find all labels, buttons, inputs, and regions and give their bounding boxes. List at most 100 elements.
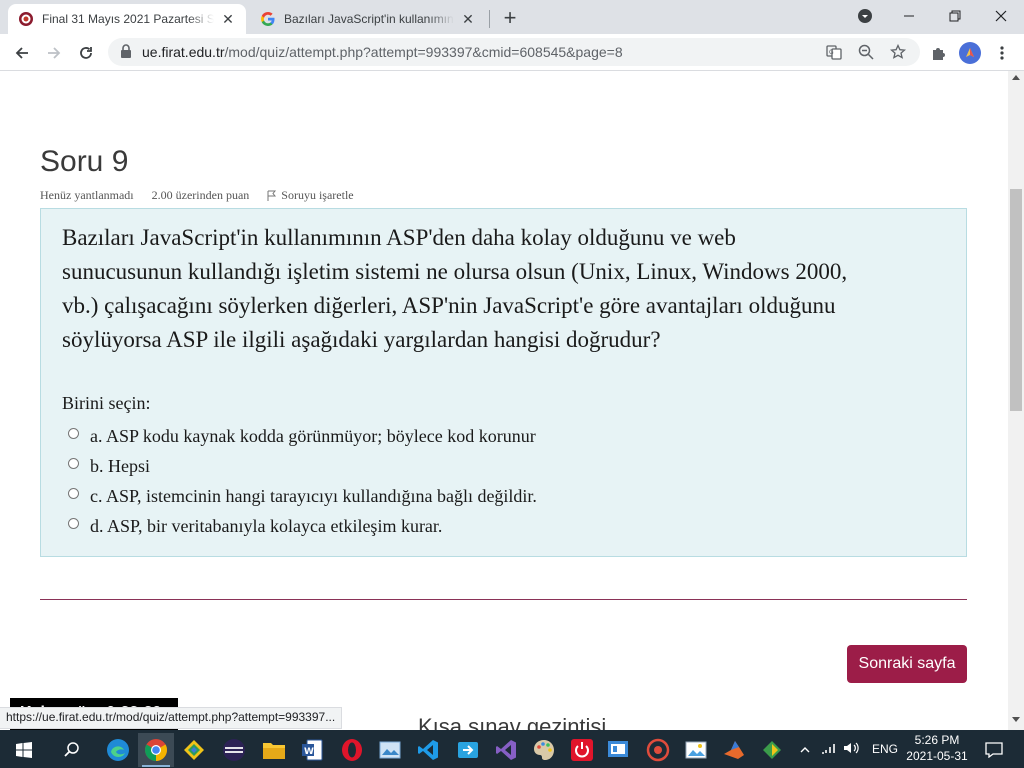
input-language[interactable]: ENG	[872, 742, 898, 756]
arrow-right-icon	[48, 47, 61, 59]
answer-option-a[interactable]: a. ASP kodu kaynak kodda görünmüyor; böy…	[68, 421, 537, 451]
flag-icon	[267, 190, 277, 201]
answer-option-b[interactable]: b. Hepsi	[68, 451, 537, 481]
answer-label[interactable]: a. ASP kodu kaynak kodda görünmüyor; böy…	[90, 426, 536, 447]
tab-separator	[489, 10, 490, 28]
windows-logo-icon	[16, 742, 32, 758]
visual-studio-icon[interactable]	[488, 733, 524, 767]
file-explorer-icon[interactable]	[256, 733, 292, 767]
answer-option-c[interactable]: c. ASP, istemcinin hangi tarayıcıyı kull…	[68, 481, 537, 511]
paint-palette-icon[interactable]	[526, 733, 562, 767]
word-icon[interactable]: W	[294, 733, 330, 767]
restore-icon	[949, 10, 961, 22]
reload-button[interactable]	[72, 39, 100, 67]
firat-favicon-icon	[19, 12, 33, 26]
eclipse-icon[interactable]	[216, 733, 252, 767]
url-path: /mod/quiz/attempt.php?attempt=993397&cmi…	[224, 44, 623, 60]
radio-button[interactable]	[68, 427, 79, 439]
tab-search-button[interactable]	[842, 0, 888, 32]
opera-icon[interactable]	[334, 733, 370, 767]
page-scrollbar[interactable]	[1008, 71, 1024, 730]
minimize-button[interactable]	[886, 0, 932, 32]
answer-label[interactable]: c. ASP, istemcinin hangi tarayıcıyı kull…	[90, 486, 537, 507]
close-tab-icon[interactable]: ✕	[220, 11, 236, 27]
question-status: Henüz yantlanmadı	[40, 188, 134, 202]
translate-button[interactable]: G	[824, 42, 844, 62]
chevron-up-icon[interactable]	[796, 742, 814, 756]
edge-icon[interactable]	[100, 733, 136, 767]
app-record-icon[interactable]	[640, 733, 676, 767]
tab-title: Final 31 Mayıs 2021 Pazartesi Saat 18:00	[42, 12, 214, 26]
start-button[interactable]	[6, 733, 42, 767]
app-green-blue-icon[interactable]	[176, 733, 212, 767]
svg-text:W: W	[304, 747, 314, 757]
more-vert-icon	[1000, 46, 1004, 60]
choose-label: Birini seçin:	[62, 393, 151, 413]
close-window-button[interactable]	[978, 0, 1024, 32]
address-bar[interactable]: ue.firat.edu.tr/mod/quiz/attempt.php?att…	[108, 38, 920, 66]
app-game-icon[interactable]	[754, 733, 790, 767]
network-icon[interactable]	[818, 742, 840, 757]
chrome-icon[interactable]	[138, 733, 174, 767]
new-tab-button[interactable]: +	[498, 5, 522, 30]
notification-icon	[985, 742, 1003, 758]
matlab-icon[interactable]	[716, 733, 752, 767]
bookmark-button[interactable]	[888, 42, 908, 62]
scrollbar-thumb[interactable]	[1010, 189, 1022, 411]
paint-icon[interactable]	[372, 733, 408, 767]
app-board-icon[interactable]	[600, 733, 636, 767]
star-icon	[890, 44, 906, 59]
power-app-icon[interactable]	[564, 733, 600, 767]
scroll-up-arrow-icon[interactable]	[1012, 75, 1020, 80]
question-points: 2.00 üzerinden puan	[151, 188, 250, 202]
menu-button[interactable]	[988, 39, 1016, 67]
tab-title: Bazıları JavaScript'in kullanımının ASP'…	[284, 12, 454, 26]
svg-text:G: G	[829, 49, 834, 56]
answer-label[interactable]: d. ASP, bir veritabanıyla kolayca etkile…	[90, 516, 442, 537]
search-icon	[64, 742, 79, 757]
quiz-navigation-heading: Kısa sınav gezintisi	[418, 714, 607, 730]
tab-search-icon	[858, 9, 872, 23]
radio-button[interactable]	[68, 457, 79, 469]
vscode-icon[interactable]	[410, 733, 446, 767]
back-button[interactable]	[8, 39, 36, 67]
question-title: Soru 9	[40, 145, 129, 178]
scroll-down-arrow-icon[interactable]	[1012, 717, 1020, 722]
answer-list: a. ASP kodu kaynak kodda görünmüyor; böy…	[68, 421, 537, 541]
translate-icon: G	[826, 45, 842, 60]
system-tray: ENG	[796, 730, 898, 768]
app-share-icon[interactable]	[450, 733, 486, 767]
answer-label[interactable]: b. Hepsi	[90, 456, 150, 477]
profile-button[interactable]	[956, 39, 984, 67]
puzzle-icon	[933, 48, 945, 60]
question-box: Bazıları JavaScript'in kullanımının ASP'…	[40, 208, 967, 557]
tab-strip: Final 31 Mayıs 2021 Pazartesi Saat 18:00…	[0, 0, 1024, 34]
flag-question-link[interactable]: Soruyu işaretle	[267, 188, 354, 203]
answer-option-d[interactable]: d. ASP, bir veritabanıyla kolayca etkile…	[68, 511, 537, 541]
zoom-button[interactable]	[856, 42, 876, 62]
extensions-button[interactable]	[924, 39, 952, 67]
question-text-line: söylüyorsa ASP ile ilgili aşağıdaki yarg…	[62, 327, 661, 352]
search-button[interactable]	[54, 733, 90, 767]
radio-button[interactable]	[68, 487, 79, 499]
forward-button[interactable]	[40, 39, 68, 67]
tab-quiz[interactable]: Final 31 Mayıs 2021 Pazartesi Saat 18:00…	[8, 4, 246, 34]
notifications-button[interactable]	[976, 733, 1012, 767]
volume-icon[interactable]	[840, 741, 862, 758]
avatar-icon	[959, 42, 981, 64]
restore-button[interactable]	[932, 0, 978, 32]
question-text-line: Bazıları JavaScript'in kullanımının ASP'…	[62, 225, 736, 250]
taskbar-clock[interactable]: 5:26 PM 2021-05-31	[900, 732, 974, 764]
question-text-line: vb.) çalışacağını söylerken diğerleri, A…	[62, 293, 836, 318]
link-status-bubble: https://ue.firat.edu.tr/mod/quiz/attempt…	[0, 707, 343, 729]
question-text: Bazıları JavaScript'in kullanımının ASP'…	[62, 221, 952, 357]
app-image-viewer-icon[interactable]	[678, 733, 714, 767]
close-tab-icon[interactable]: ✕	[460, 11, 476, 27]
browser-toolbar: ue.firat.edu.tr/mod/quiz/attempt.php?att…	[0, 34, 1024, 71]
minimize-icon	[904, 15, 914, 17]
radio-button[interactable]	[68, 517, 79, 529]
clock-date: 2021-05-31	[906, 749, 968, 763]
question-text-line: sunucusunun kullandığı işletim sistemi n…	[62, 259, 848, 284]
tab-google-search[interactable]: Bazıları JavaScript'in kullanımının ASP'…	[250, 4, 486, 34]
next-page-button[interactable]: Sonraki sayfa	[847, 645, 967, 683]
